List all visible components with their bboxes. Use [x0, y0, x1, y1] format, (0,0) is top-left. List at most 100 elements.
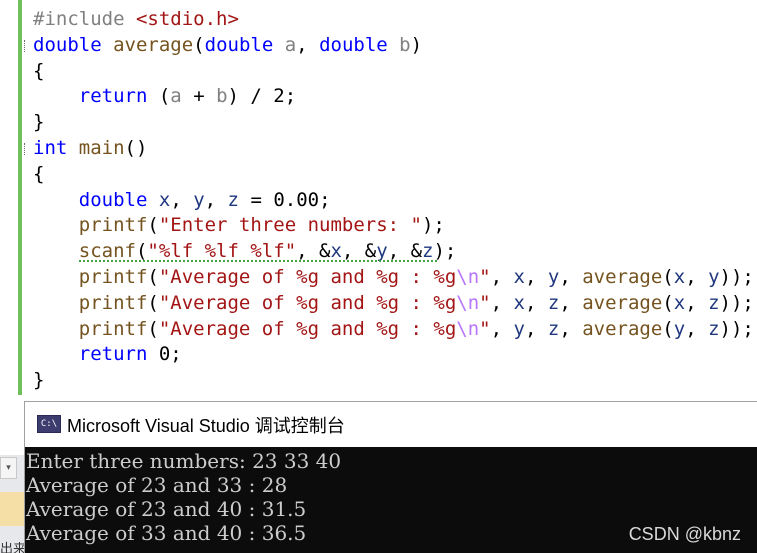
code-token: y: [193, 188, 205, 211]
code-token: (: [147, 317, 159, 340]
code-token: }: [33, 111, 45, 134]
code-token: return: [78, 85, 148, 108]
code-line: int main(): [33, 135, 147, 161]
code-token: ,: [204, 188, 228, 211]
code-line: printf("Average of %g and %g : %g\n", y,…: [33, 316, 754, 342]
code-token: x: [513, 266, 525, 288]
code-line: return (a + b) / 2;: [33, 83, 296, 109]
code-token: ,: [559, 317, 583, 340]
code-token: +: [181, 85, 217, 108]
code-token: ,: [559, 266, 583, 288]
code-token: x: [673, 291, 686, 314]
outline-collapse-marker-main[interactable]: [24, 143, 26, 155]
code-token: (: [147, 214, 159, 237]
code-token: (): [124, 137, 148, 159]
code-token: b: [399, 33, 411, 56]
code-token: ));: [719, 317, 754, 340]
code-token: average: [582, 266, 663, 288]
outline-collapse-marker-average[interactable]: [24, 40, 26, 52]
code-token: double: [33, 33, 102, 56]
screenshot-root: #include <stdio.h> double average(double …: [0, 0, 757, 553]
code-token: x: [158, 188, 171, 211]
code-token: <stdio.h>: [135, 8, 239, 30]
code-line: printf("Average of %g and %g : %g\n", x,…: [33, 290, 754, 316]
code-token: ,: [685, 291, 709, 314]
code-line: }: [33, 109, 44, 135]
code-token: ) / 2;: [227, 85, 297, 108]
code-token: (: [662, 291, 674, 314]
code-token: printf: [78, 214, 148, 237]
code-token: ,: [170, 188, 194, 211]
code-token: }: [33, 369, 45, 392]
code-token: z: [227, 188, 239, 211]
code-token: z: [547, 317, 560, 340]
code-token: ,: [685, 317, 709, 340]
code-token: "Enter three numbers: ": [158, 214, 422, 237]
chevron-down-icon: ▾: [6, 463, 11, 473]
code-token: average: [582, 317, 663, 340]
code-token: \n: [456, 266, 480, 288]
code-token: "Average of %g and %g : %g: [158, 266, 457, 288]
console-title: Microsoft Visual Studio 调试控制台: [67, 416, 345, 436]
code-editor[interactable]: #include <stdio.h> double average(double …: [0, 0, 757, 400]
code-token: double: [78, 188, 148, 211]
code-token: 0;: [147, 343, 182, 366]
code-token: printf: [78, 317, 148, 340]
code-token: average: [113, 33, 194, 56]
code-token: {: [33, 162, 45, 185]
code-line: double x, y, z = 0.00;: [33, 187, 331, 213]
code-token: (: [147, 85, 171, 108]
code-token: ,: [524, 291, 548, 314]
warning-squiggle: [78, 259, 438, 263]
code-token: ,: [524, 317, 548, 340]
console-line: Enter three numbers: 23 33 40: [26, 449, 342, 473]
code-token: average: [582, 291, 663, 314]
code-token: ));: [719, 291, 754, 314]
code-token: z: [708, 291, 720, 314]
code-token: b: [216, 85, 228, 108]
code-token: z: [547, 291, 560, 314]
code-token: ": [479, 291, 491, 314]
code-token: #include: [33, 8, 136, 30]
console-titlebar[interactable]: C:\ Microsoft Visual Studio 调试控制台: [25, 402, 757, 447]
scroll-down-button[interactable]: ▾: [0, 457, 17, 479]
code-token: ));: [719, 266, 754, 288]
code-line: return 0;: [33, 341, 182, 367]
code-token: double: [204, 33, 274, 56]
code-token: printf: [78, 266, 148, 288]
code-token: return: [78, 343, 148, 366]
code-line: {: [33, 161, 44, 187]
code-line: {: [33, 58, 44, 84]
debug-console-window[interactable]: C:\ Microsoft Visual Studio 调试控制台 Enter …: [24, 401, 757, 553]
code-token: printf: [78, 291, 148, 314]
code-token: ,: [524, 266, 548, 288]
code-token: \n: [456, 317, 480, 340]
console-line: Average of 33 and 40 : 36.5: [26, 521, 307, 545]
code-token: = 0.00;: [239, 188, 331, 211]
code-line: #include <stdio.h>: [33, 6, 239, 32]
code-token: \n: [456, 291, 480, 314]
code-token: y: [708, 266, 720, 288]
code-token: y: [547, 266, 560, 288]
code-token: double: [319, 33, 388, 56]
left-panel-tab[interactable]: [0, 492, 24, 526]
code-token: (: [147, 291, 159, 314]
watermark: CSDN @kbnz: [628, 524, 741, 544]
code-token: int: [33, 137, 68, 159]
code-token: {: [33, 59, 45, 82]
code-token: (: [662, 317, 674, 340]
code-token: ,: [296, 33, 320, 56]
code-token: y: [513, 317, 525, 340]
code-token: x: [673, 266, 686, 288]
code-token: ,: [490, 291, 514, 314]
code-token: ": [479, 266, 491, 288]
code-token: a: [284, 33, 297, 56]
